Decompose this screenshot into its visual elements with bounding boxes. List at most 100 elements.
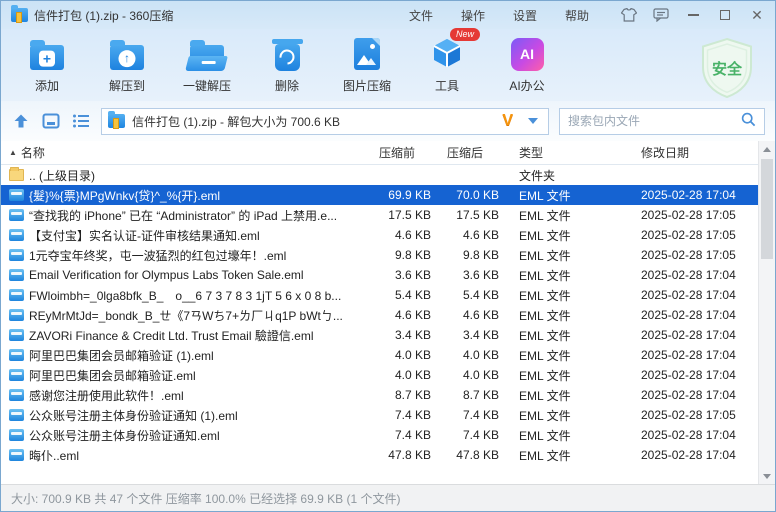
menu-settings[interactable]: 设置 xyxy=(513,7,537,24)
menu-bar: 文件 操作 设置 帮助 xyxy=(409,7,589,24)
vertical-scrollbar[interactable] xyxy=(758,141,775,484)
file-row[interactable]: 【支付宝】实名认证-证件审核结果通知.eml 4.6 KB 4.6 KB EML… xyxy=(1,225,758,245)
search-input[interactable] xyxy=(568,114,735,128)
file-date: 2025-02-28 17:04 xyxy=(619,188,758,202)
file-size-after: 9.8 KB xyxy=(435,248,503,262)
safe-label: 安全 xyxy=(712,60,743,78)
file-row[interactable]: 1元夺宝年终奖，屯一波猛烈的红包过壕年！.eml 9.8 KB 9.8 KB E… xyxy=(1,245,758,265)
file-size-before: 47.8 KB xyxy=(365,448,435,462)
file-date: 2025-02-28 17:05 xyxy=(619,248,758,262)
combobox-dropdown-icon[interactable] xyxy=(528,118,538,124)
file-row[interactable]: “查找我的 iPhone” 已在 “Administrator” 的 iPad … xyxy=(1,205,758,225)
file-row[interactable]: .. (上级目录) 文件夹 xyxy=(1,165,758,185)
file-name: 1元夺宝年终奖，屯一波猛烈的红包过壕年！.eml xyxy=(29,247,286,264)
ai-office-label: AI办公 xyxy=(509,77,544,94)
header-date[interactable]: 修改日期 xyxy=(619,144,758,161)
toolbar: 添加 解压到 一键解压 删除 图片压缩 xyxy=(1,29,775,101)
file-row[interactable]: 感谢您注册使用此软件！.eml 8.7 KB 8.7 KB EML 文件 202… xyxy=(1,385,758,405)
file-name: ZAVORi Finance & Credit Ltd. Trust Email… xyxy=(29,327,314,344)
add-button[interactable]: 添加 xyxy=(7,33,87,94)
image-compress-button[interactable]: 图片压缩 xyxy=(327,33,407,94)
file-date: 2025-02-28 17:04 xyxy=(619,428,758,442)
add-label: 添加 xyxy=(35,77,59,94)
scrollbar-thumb[interactable] xyxy=(761,159,773,259)
large-icon-view-icon[interactable] xyxy=(41,111,61,131)
image-compress-icon xyxy=(354,33,380,75)
file-row[interactable]: ZAVORi Finance & Credit Ltd. Trust Email… xyxy=(1,325,758,345)
eml-file-icon xyxy=(9,449,24,461)
scrollbar-track[interactable] xyxy=(759,157,775,468)
file-size-before: 4.0 KB xyxy=(365,348,435,362)
file-name: Email Verification for Olympus Labs Toke… xyxy=(29,268,304,282)
file-row[interactable]: {髮}%{票}MPgWnkv{贷}^_%{开}.eml 69.9 KB 70.0… xyxy=(1,185,758,205)
file-size-before: 9.8 KB xyxy=(365,248,435,262)
file-size-after: 5.4 KB xyxy=(435,288,503,302)
file-name: 感谢您注册使用此软件！.eml xyxy=(29,387,184,404)
skin-icon[interactable] xyxy=(621,7,637,23)
menu-action[interactable]: 操作 xyxy=(461,7,485,24)
menu-help[interactable]: 帮助 xyxy=(565,7,589,24)
file-size-before: 7.4 KB xyxy=(365,428,435,442)
file-row[interactable]: 晦仆..eml 47.8 KB 47.8 KB EML 文件 2025-02-2… xyxy=(1,445,758,465)
list-header-row: ▲ 名称 压缩前 压缩后 类型 修改日期 xyxy=(1,141,758,165)
archive-path-text: 信件打包 (1).zip - 解包大小为 700.6 KB xyxy=(132,113,495,130)
header-size-after[interactable]: 压缩后 xyxy=(435,144,503,161)
file-type: EML 文件 xyxy=(503,267,619,284)
file-name: 【支付宝】实名认证-证件审核结果通知.eml xyxy=(29,227,260,244)
safety-shield-badge[interactable]: 安全 xyxy=(697,37,757,102)
file-row[interactable]: FWloimbh=_0lga8bfk_B_ o__6 7 3 7 8 3 1jT… xyxy=(1,285,758,305)
file-size-before: 17.5 KB xyxy=(365,208,435,222)
file-row[interactable]: REyMrMtJd=_bondk_B_ㄝ《7ㄢWち7+ㄌ厂ㄐq1P bWtㄅ..… xyxy=(1,305,758,325)
maximize-button[interactable] xyxy=(717,7,733,23)
image-compress-label: 图片压缩 xyxy=(343,77,391,94)
delete-trash-icon xyxy=(275,33,300,75)
header-type[interactable]: 类型 xyxy=(503,144,619,161)
ai-office-button[interactable]: AI办公 xyxy=(487,33,567,94)
eml-file-icon xyxy=(9,329,24,341)
file-type: 文件夹 xyxy=(503,167,619,184)
file-list: ▲ 名称 压缩前 压缩后 类型 修改日期 .. (上级目录) 文件夹 {髮}%{… xyxy=(1,141,758,484)
file-row[interactable]: 公众账号注册主体身份验证通知.eml 7.4 KB 7.4 KB EML 文件 … xyxy=(1,425,758,445)
up-level-icon[interactable] xyxy=(11,111,31,131)
eml-file-icon xyxy=(9,229,24,241)
file-size-before: 4.0 KB xyxy=(365,368,435,382)
header-name[interactable]: ▲ 名称 xyxy=(1,144,365,161)
file-size-before: 8.7 KB xyxy=(365,388,435,402)
eml-file-icon xyxy=(9,349,24,361)
search-box xyxy=(559,108,765,135)
search-icon[interactable] xyxy=(741,112,756,130)
file-size-after: 70.0 KB xyxy=(435,188,503,202)
delete-button[interactable]: 删除 xyxy=(247,33,327,94)
file-name: {髮}%{票}MPgWnkv{贷}^_%{开}.eml xyxy=(29,187,220,204)
file-row[interactable]: 阿里巴巴集团会员邮箱验证 (1).eml 4.0 KB 4.0 KB EML 文… xyxy=(1,345,758,365)
add-folder-icon xyxy=(30,33,64,75)
file-size-before: 5.4 KB xyxy=(365,288,435,302)
file-row[interactable]: Email Verification for Olympus Labs Toke… xyxy=(1,265,758,285)
extract-to-icon xyxy=(110,33,144,75)
extract-to-button[interactable]: 解压到 xyxy=(87,33,167,94)
file-type: EML 文件 xyxy=(503,247,619,264)
file-size-before: 69.9 KB xyxy=(365,188,435,202)
scroll-up-icon[interactable] xyxy=(759,141,775,157)
one-click-extract-button[interactable]: 一键解压 xyxy=(167,33,247,94)
file-list-region: ▲ 名称 压缩前 压缩后 类型 修改日期 .. (上级目录) 文件夹 {髮}%{… xyxy=(1,141,775,484)
archive-path-combobox[interactable]: 信件打包 (1).zip - 解包大小为 700.6 KB V xyxy=(101,108,549,135)
file-type: EML 文件 xyxy=(503,367,619,384)
window-title: 信件打包 (1).zip - 360压缩 xyxy=(34,7,173,24)
scroll-down-icon[interactable] xyxy=(759,468,775,484)
header-size-before[interactable]: 压缩前 xyxy=(365,144,435,161)
file-date: 2025-02-28 17:04 xyxy=(619,308,758,322)
file-row[interactable]: 公众账号注册主体身份验证通知 (1).eml 7.4 KB 7.4 KB EML… xyxy=(1,405,758,425)
file-date: 2025-02-28 17:04 xyxy=(619,348,758,362)
file-name: “查找我的 iPhone” 已在 “Administrator” 的 iPad … xyxy=(29,207,337,224)
menu-file[interactable]: 文件 xyxy=(409,7,433,24)
feedback-icon[interactable] xyxy=(653,7,669,23)
close-button[interactable]: ✕ xyxy=(749,7,765,23)
file-type: EML 文件 xyxy=(503,207,619,224)
status-bar: 大小: 700.9 KB 共 47 个文件 压缩率 100.0% 已经选择 69… xyxy=(1,484,775,511)
list-view-icon[interactable] xyxy=(71,111,91,131)
tools-button[interactable]: New 工具 xyxy=(407,33,487,94)
file-row[interactable]: 阿里巴巴集团会员邮箱验证.eml 4.0 KB 4.0 KB EML 文件 20… xyxy=(1,365,758,385)
minimize-button[interactable] xyxy=(685,7,701,23)
file-type: EML 文件 xyxy=(503,327,619,344)
